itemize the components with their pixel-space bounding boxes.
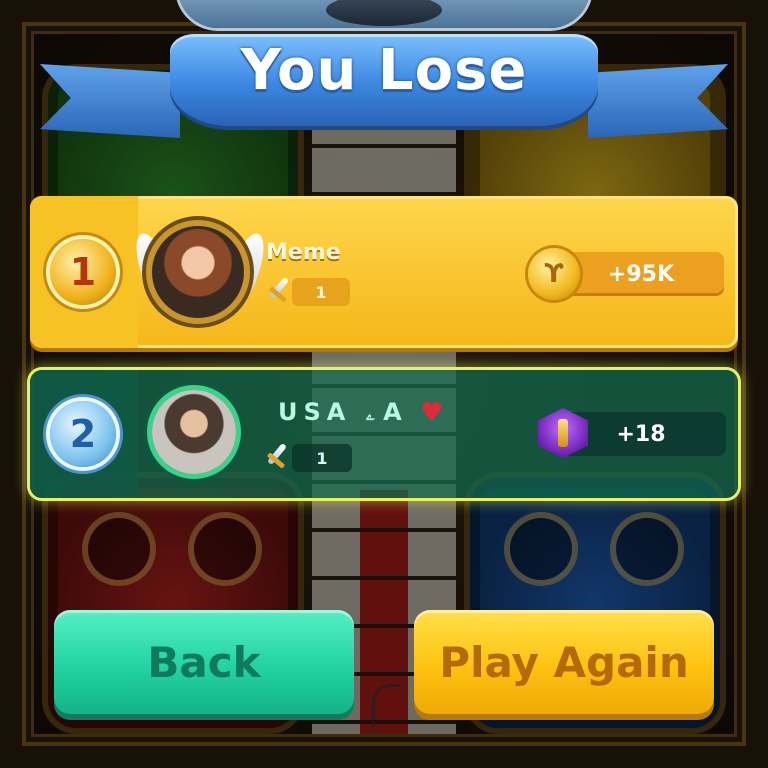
rank-1-medal-icon: 1 xyxy=(50,239,116,305)
back-button[interactable]: Back xyxy=(54,610,354,714)
rank-row-2: 2 USA ۦ A ♥ 1 +18 xyxy=(30,370,738,498)
sword-icon xyxy=(264,276,292,306)
play-again-button[interactable]: Play Again xyxy=(414,610,714,714)
player-name: Meme xyxy=(266,240,341,265)
player-name: USA ۦ A xyxy=(278,398,408,426)
player-avatar xyxy=(152,226,244,318)
player-avatar xyxy=(152,390,236,474)
gold-coin-icon: ϒ xyxy=(528,248,580,300)
result-title: You Lose xyxy=(240,38,528,103)
heart-icon: ♥ xyxy=(420,398,444,428)
rank-row-1: 1 Meme 1 +95K ϒ xyxy=(30,196,738,348)
player-level: 1 xyxy=(292,278,350,306)
reward-amount: +95K xyxy=(558,252,724,296)
sword-icon xyxy=(262,442,290,472)
rank-2-medal-icon: 2 xyxy=(50,401,116,467)
player-level: 1 xyxy=(292,444,352,472)
